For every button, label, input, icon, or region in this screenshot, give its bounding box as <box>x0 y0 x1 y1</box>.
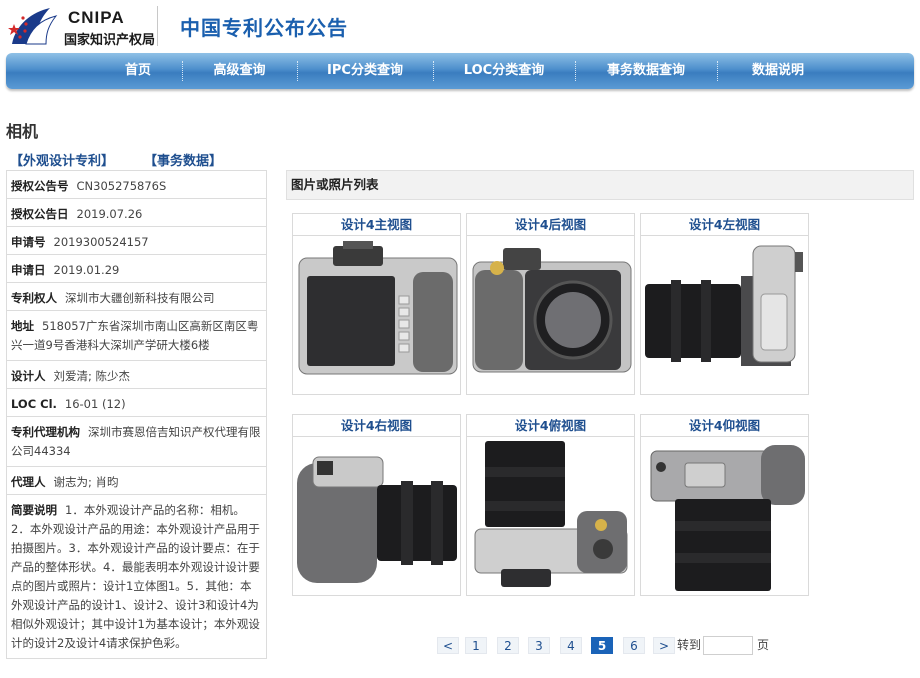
logo-text-en: CNIPA <box>68 8 125 27</box>
patent-info-table: 授权公告号 CN305275876S 授权公告日 2019.07.26 申请号 201… <box>6 170 267 659</box>
info-row-loc-class: LOC Cl. 16-01 (12) <box>7 389 266 417</box>
info-row-application-date: 申请日 2019.01.29 <box>7 255 266 283</box>
info-row-grant-date: 授权公告日 2019.07.26 <box>7 199 266 227</box>
info-row-brief-description: 简要说明 1．本外观设计产品的名称：相机。2．本外观设计产品的用途：本外观设计产品… <box>7 495 266 659</box>
pager-prev-button[interactable]: < <box>437 637 459 654</box>
camera-bottom-view-icon <box>650 445 805 591</box>
info-row-grant-number: 授权公告号 CN305275876S <box>7 171 266 199</box>
pager-page-1[interactable]: 1 <box>465 637 487 654</box>
cnipa-emblem-icon <box>8 8 58 45</box>
image-thumb-front[interactable]: 设计4主视图 <box>292 213 461 395</box>
image-thumb-left[interactable]: 设计4左视图 <box>640 213 809 395</box>
info-row-application-number: 申请号 2019300524157 <box>7 227 266 255</box>
nav-data-description[interactable]: 数据说明 <box>717 53 839 89</box>
site-title: 中国专利公布公告 <box>180 16 348 40</box>
info-row-agency: 专利代理机构 深圳市赛恩倍吉知识产权代理有限公司44334 <box>7 417 266 467</box>
camera-top-view-icon <box>474 441 628 587</box>
pager-page-2[interactable]: 2 <box>497 637 519 654</box>
camera-left-view-icon <box>645 245 803 366</box>
pager-goto-label: 转到 <box>677 638 702 652</box>
image-caption: 设计4俯视图 <box>467 415 634 437</box>
image-caption: 设计4仰视图 <box>641 415 808 437</box>
info-row-patentee: 专利权人 深圳市大疆创新科技有限公司 <box>7 283 266 311</box>
pager-goto-input[interactable] <box>703 636 753 655</box>
main-nav: 首页 高级查询 IPC分类查询 LOC分类查询 事务数据查询 数据说明 <box>6 53 914 89</box>
tab-design-patent[interactable]: 【外观设计专利】 <box>10 150 114 169</box>
nav-home[interactable]: 首页 <box>94 53 182 89</box>
image-caption: 设计4后视图 <box>467 214 634 236</box>
image-thumb-bottom[interactable]: 设计4仰视图 <box>640 414 809 596</box>
logo-text-cn: 国家知识产权局 <box>64 33 156 48</box>
image-thumb-top[interactable]: 设计4俯视图 <box>466 414 635 596</box>
nav-ipc-search[interactable]: IPC分类查询 <box>297 53 433 89</box>
camera-front-view-icon <box>298 241 458 375</box>
page-title: 相机 <box>6 122 39 141</box>
camera-back-view-icon <box>472 248 632 373</box>
cnipa-logo[interactable]: CNIPA 国家知识产权局 <box>6 4 156 48</box>
tab-affairs-data[interactable]: 【事务数据】 <box>144 150 222 169</box>
pager-next-button[interactable]: > <box>653 637 675 654</box>
nav-advanced-search[interactable]: 高级查询 <box>182 53 297 89</box>
nav-affairs-search[interactable]: 事务数据查询 <box>575 53 717 89</box>
header-divider <box>157 6 158 46</box>
pager-page-5-current[interactable]: 5 <box>591 637 613 654</box>
image-caption: 设计4左视图 <box>641 214 808 236</box>
images-panel-title: 图片或照片列表 <box>286 170 914 200</box>
site-header: CNIPA 国家知识产权局 中国专利公布公告 <box>0 0 920 52</box>
info-row-agent: 代理人 谢志为; 肖昀 <box>7 467 266 495</box>
pager-page-6[interactable]: 6 <box>623 637 645 654</box>
pager-page-4[interactable]: 4 <box>560 637 582 654</box>
pager-page-3[interactable]: 3 <box>528 637 550 654</box>
camera-right-view-icon <box>297 456 457 583</box>
image-thumb-right[interactable]: 设计4右视图 <box>292 414 461 596</box>
image-caption: 设计4右视图 <box>293 415 460 437</box>
pager-page-suffix: 页 <box>757 638 770 652</box>
image-caption: 设计4主视图 <box>293 214 460 236</box>
info-row-designer: 设计人 刘爱清; 陈少杰 <box>7 361 266 389</box>
nav-loc-search[interactable]: LOC分类查询 <box>433 53 575 89</box>
image-thumb-back[interactable]: 设计4后视图 <box>466 213 635 395</box>
info-row-address: 地址 518057广东省深圳市南山区高新区南区粤兴一道9号香港科大深圳产学研大楼6… <box>7 311 266 361</box>
